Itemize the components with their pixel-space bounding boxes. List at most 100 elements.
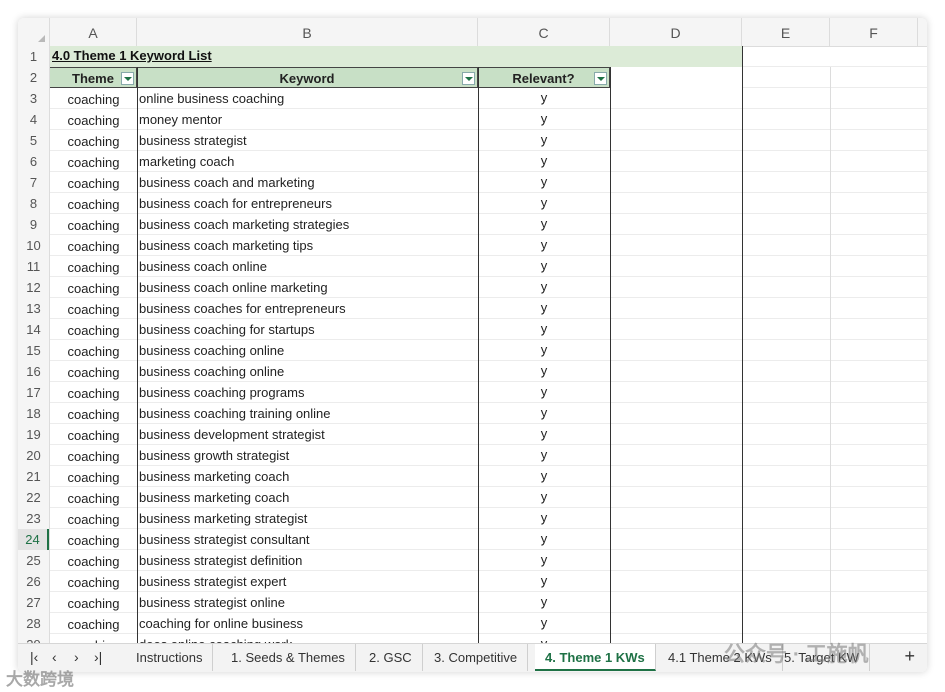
row-number[interactable]: 12: [18, 277, 49, 298]
empty-cell-e[interactable]: [742, 466, 830, 487]
row-number[interactable]: 8: [18, 193, 49, 214]
row-number[interactable]: 2: [18, 67, 49, 88]
theme-cell[interactable]: coaching: [50, 571, 137, 592]
theme-cell[interactable]: coaching: [50, 529, 137, 550]
keyword-cell[interactable]: coaching for online business: [137, 613, 478, 634]
theme-cell[interactable]: coaching: [50, 550, 137, 571]
theme-cell[interactable]: coaching: [50, 403, 137, 424]
row-number[interactable]: 25: [18, 550, 49, 571]
keyword-cell[interactable]: business coach online marketing: [137, 277, 478, 298]
theme-cell[interactable]: coaching: [50, 130, 137, 151]
empty-cell-f[interactable]: [830, 487, 927, 508]
empty-cell-e[interactable]: [742, 298, 830, 319]
column-header-a[interactable]: A: [50, 18, 137, 46]
empty-cell-e[interactable]: [742, 382, 830, 403]
empty-cell-d[interactable]: [610, 571, 742, 592]
empty-cell-f[interactable]: [830, 256, 927, 277]
filter-dropdown-icon[interactable]: [121, 72, 134, 85]
empty-cell-d[interactable]: [610, 340, 742, 361]
empty-cell-e[interactable]: [742, 508, 830, 529]
row-number[interactable]: 28: [18, 613, 49, 634]
empty-cell-f[interactable]: [830, 508, 927, 529]
relevant-cell[interactable]: y: [478, 193, 610, 214]
prev-sheet-icon[interactable]: ‹: [52, 649, 57, 665]
empty-cell-e[interactable]: [742, 424, 830, 445]
sheet-tab[interactable]: 2. GSC: [359, 644, 423, 671]
theme-cell[interactable]: coaching: [50, 109, 137, 130]
row-number[interactable]: 5: [18, 130, 49, 151]
keyword-cell[interactable]: business development strategist: [137, 424, 478, 445]
empty-cell-d[interactable]: [610, 193, 742, 214]
empty-cell-e[interactable]: [742, 214, 830, 235]
relevant-cell[interactable]: y: [478, 109, 610, 130]
relevant-cell[interactable]: y: [478, 214, 610, 235]
column-header-e[interactable]: E: [742, 18, 830, 46]
column-header-c[interactable]: C: [478, 18, 610, 46]
empty-cell-d[interactable]: [610, 298, 742, 319]
row-number[interactable]: 6: [18, 151, 49, 172]
row-number[interactable]: 4: [18, 109, 49, 130]
empty-cell-d[interactable]: [610, 214, 742, 235]
row-number[interactable]: 16: [18, 361, 49, 382]
empty-cell-d[interactable]: [610, 235, 742, 256]
empty-cell-f[interactable]: [830, 424, 927, 445]
empty-cell-d[interactable]: [610, 424, 742, 445]
empty-cell-d[interactable]: [610, 529, 742, 550]
filter-dropdown-icon[interactable]: [594, 72, 607, 85]
empty-cell-f[interactable]: [830, 151, 927, 172]
theme-cell[interactable]: coaching: [50, 298, 137, 319]
next-sheet-icon[interactable]: ›: [74, 649, 79, 665]
theme-cell[interactable]: coaching: [50, 487, 137, 508]
theme-cell[interactable]: coaching: [50, 382, 137, 403]
keyword-cell[interactable]: business coaching training online: [137, 403, 478, 424]
keyword-cell[interactable]: business marketing strategist: [137, 508, 478, 529]
column-header-d[interactable]: D: [610, 18, 742, 46]
empty-cell-d[interactable]: [610, 613, 742, 634]
relevant-cell[interactable]: y: [478, 424, 610, 445]
row-number[interactable]: 21: [18, 466, 49, 487]
sheet-tab[interactable]: 1. Seeds & Themes: [221, 644, 356, 671]
empty-cell-d[interactable]: [610, 382, 742, 403]
theme-cell[interactable]: coaching: [50, 151, 137, 172]
empty-cell-f[interactable]: [830, 319, 927, 340]
empty-cell-d[interactable]: [610, 88, 742, 109]
sheet-tab[interactable]: 4. Theme 1 KWs: [535, 644, 656, 671]
empty-cell-d[interactable]: [610, 277, 742, 298]
empty-cell-f[interactable]: [830, 445, 927, 466]
empty-cell-d[interactable]: [610, 487, 742, 508]
keyword-cell[interactable]: business coaching online: [137, 361, 478, 382]
empty-cell-e[interactable]: [742, 130, 830, 151]
row-number[interactable]: 17: [18, 382, 49, 403]
empty-cell-e[interactable]: [742, 319, 830, 340]
empty-cell-f[interactable]: [830, 67, 927, 88]
keyword-cell[interactable]: business marketing coach: [137, 466, 478, 487]
column-header-f[interactable]: F: [830, 18, 918, 46]
relevant-cell[interactable]: y: [478, 298, 610, 319]
empty-cell-f[interactable]: [830, 130, 927, 151]
theme-cell[interactable]: coaching: [50, 508, 137, 529]
empty-cell-e[interactable]: [742, 151, 830, 172]
empty-cell-d[interactable]: [610, 319, 742, 340]
empty-cell-e[interactable]: [742, 592, 830, 613]
empty-cell-e[interactable]: [742, 361, 830, 382]
keyword-cell[interactable]: money mentor: [137, 109, 478, 130]
row-number[interactable]: 23: [18, 508, 49, 529]
empty-cell-d[interactable]: [610, 445, 742, 466]
empty-cell-e[interactable]: [742, 46, 830, 67]
row-number[interactable]: 3: [18, 88, 49, 109]
row-number[interactable]: 13: [18, 298, 49, 319]
empty-cell-e[interactable]: [742, 613, 830, 634]
empty-cell-e[interactable]: [742, 571, 830, 592]
row-number[interactable]: 24: [18, 529, 49, 550]
row-number[interactable]: 27: [18, 592, 49, 613]
empty-cell-d[interactable]: [610, 466, 742, 487]
row-number[interactable]: 1: [18, 46, 49, 67]
theme-cell[interactable]: coaching: [50, 613, 137, 634]
keyword-cell[interactable]: business strategist expert: [137, 571, 478, 592]
empty-cell-e[interactable]: [742, 550, 830, 571]
theme-cell[interactable]: coaching: [50, 592, 137, 613]
empty-cell-d[interactable]: [610, 508, 742, 529]
keyword-cell[interactable]: business coach and marketing: [137, 172, 478, 193]
sheet-tab[interactable]: 3. Competitive: [424, 644, 529, 671]
relevant-cell[interactable]: y: [478, 151, 610, 172]
